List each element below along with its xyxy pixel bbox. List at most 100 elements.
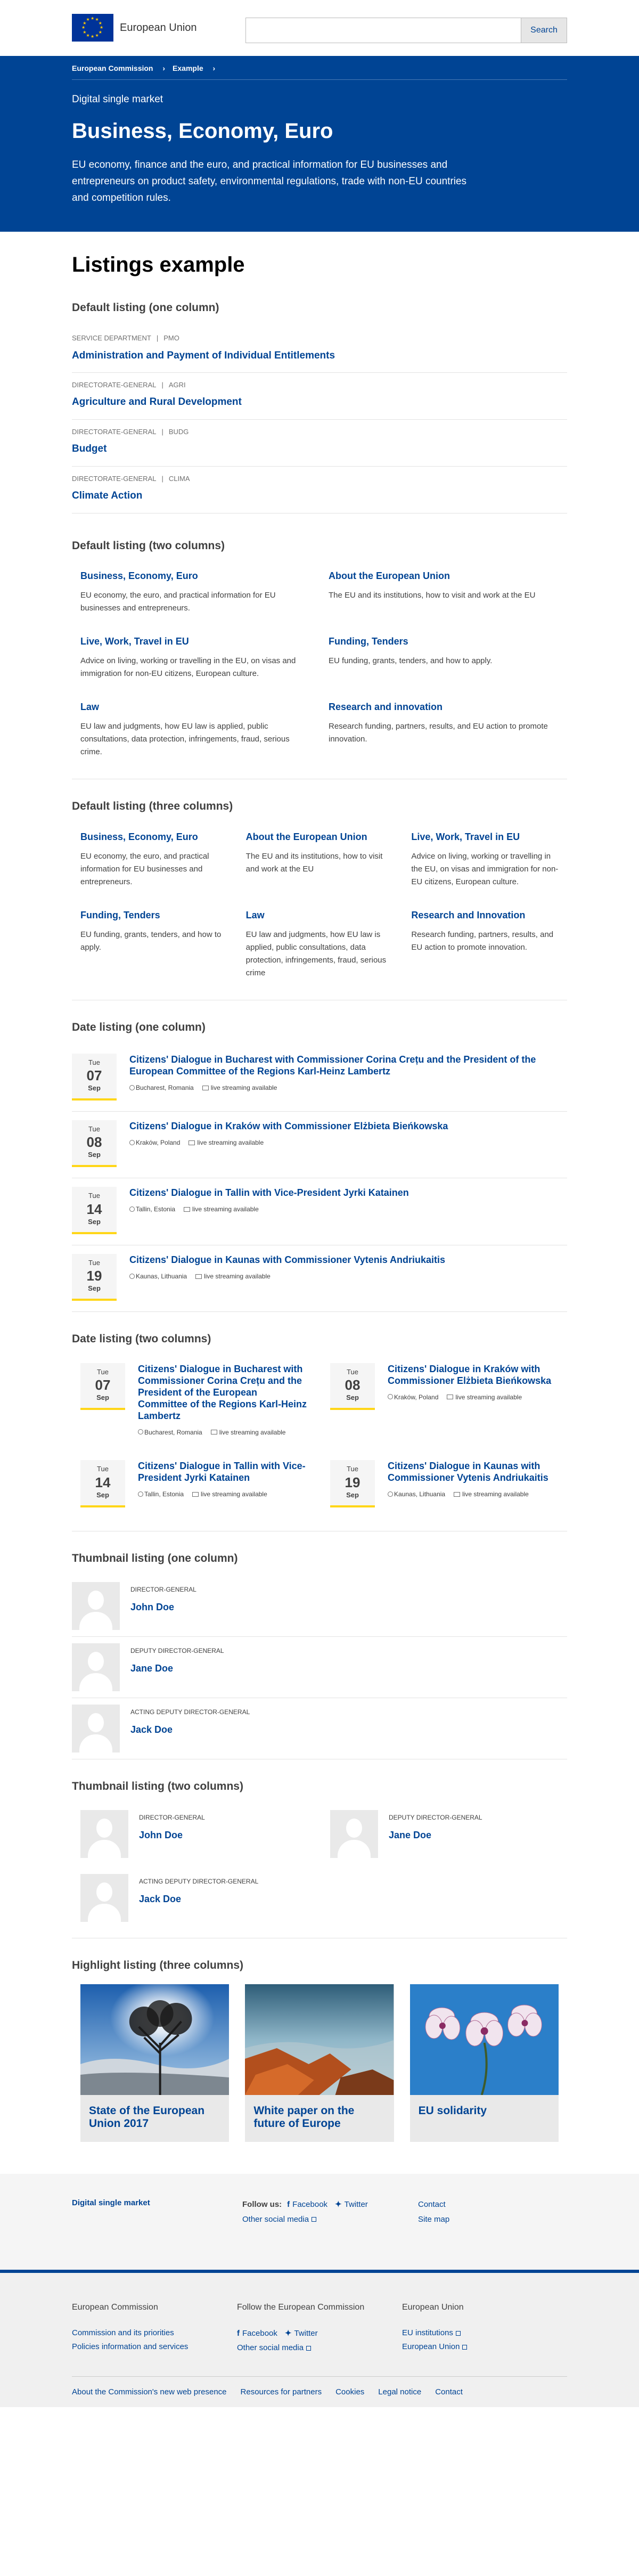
date-month: Sep [96, 1393, 109, 1401]
footer-legal-link[interactable]: Legal notice [378, 2386, 421, 2398]
highlight-title[interactable]: EU solidarity [410, 2095, 559, 2142]
footer-site-name[interactable]: Digital single market [72, 2198, 150, 2207]
card-description: EU law and judgments, how EU law is appl… [80, 722, 290, 757]
highlight-card[interactable]: White paper on the future of Europe [245, 1984, 394, 2142]
event-title-link[interactable]: Citizens' Dialogue in Kaunas with Commis… [129, 1254, 445, 1266]
flag-star-icon: ★ [91, 34, 95, 39]
card-description: The EU and its institutions, how to visi… [245, 852, 383, 874]
eu-flag-icon: ★ ★ ★ ★ ★ ★ ★ ★ ★ ★ ★ ★ [72, 14, 113, 42]
eu-logo[interactable]: ★ ★ ★ ★ ★ ★ ★ ★ ★ ★ ★ ★ European Union [72, 14, 197, 42]
meta-separator: | [161, 427, 163, 436]
event-title-link[interactable]: Citizens' Dialogue in Tallin with Vice-P… [138, 1460, 309, 1483]
item-title-link[interactable]: Agriculture and Rural Development [72, 395, 567, 410]
facebook-link[interactable]: f Facebook [237, 2326, 277, 2341]
default-listing-two-columns: Business, Economy, Euro EU economy, the e… [72, 569, 567, 779]
thumbnail-body: DIRECTOR-GENERAL John Doe [139, 1810, 205, 1842]
date-badge: Tue 08 Sep [72, 1120, 117, 1168]
event-title-link[interactable]: Citizens' Dialogue in Bucharest with Com… [138, 1363, 309, 1422]
breadcrumb-item[interactable]: European Commission › [72, 63, 165, 74]
location-pin-icon [138, 1429, 143, 1435]
person-role: DIRECTOR-GENERAL [130, 1586, 196, 1594]
other-social-link[interactable]: Other social media [237, 2341, 402, 2355]
external-link-icon [462, 2344, 468, 2350]
highlight-title[interactable]: White paper on the future of Europe [245, 2095, 394, 2142]
item-code: CLIMA [168, 474, 190, 483]
card-title-link[interactable]: Funding, Tenders [80, 909, 228, 922]
card-title-link[interactable]: Law [246, 909, 394, 922]
twitter-link[interactable]: ✦ Twitter [285, 2326, 318, 2341]
card-title-link[interactable]: Business, Economy, Euro [80, 830, 228, 844]
event-title-link[interactable]: Citizens' Dialogue in Tallin with Vice-P… [129, 1187, 409, 1199]
footer-link[interactable]: Commission and its priorities [72, 2326, 237, 2340]
person-name-link[interactable]: John Doe [139, 1829, 205, 1842]
event-location: Tallin, Estonia [136, 1205, 176, 1213]
item-meta: DIRECTORATE-GENERAL | AGRI [72, 380, 567, 390]
highlight-card[interactable]: State of the European Union 2017 [80, 1984, 230, 2142]
item-title-link[interactable]: Budget [72, 442, 567, 456]
card-description: Advice on living, working or travelling … [80, 656, 296, 679]
listing-card: Live, Work, Travel in EU Advice on living… [411, 830, 559, 888]
item-type: DIRECTORATE-GENERAL [72, 427, 157, 436]
item-title-link[interactable]: Climate Action [72, 489, 567, 503]
search-input[interactable] [245, 18, 521, 43]
date-month: Sep [88, 1284, 101, 1292]
search-button[interactable]: Search [521, 18, 567, 43]
card-title-link[interactable]: Research and Innovation [411, 909, 559, 922]
item-type: SERVICE DEPARTMENT [72, 334, 151, 343]
card-title-link[interactable]: Business, Economy, Euro [80, 569, 310, 583]
footer-heading: European Commission [72, 2302, 158, 2312]
footer-legal-link[interactable]: About the Commission's new web presence [72, 2386, 227, 2398]
card-title-link[interactable]: Funding, Tenders [329, 635, 559, 648]
footer-link[interactable]: Policies information and services [72, 2340, 237, 2354]
breadcrumb-item[interactable]: Example › [173, 63, 215, 74]
footer-legal-link[interactable]: Contact [435, 2386, 463, 2398]
card-title-link[interactable]: About the European Union [246, 830, 394, 844]
thumbnail-item: DEPUTY DIRECTOR-GENERAL Jane Doe [330, 1810, 559, 1874]
livestream-label: live streaming available [192, 1205, 259, 1213]
person-name-link[interactable]: Jane Doe [130, 1662, 224, 1675]
location-pin-icon [129, 1273, 135, 1279]
card-title-link[interactable]: Research and innovation [329, 700, 559, 714]
event-body: Citizens' Dialogue in Kaunas with Commis… [129, 1254, 445, 1281]
person-name-link[interactable]: Jack Doe [139, 1893, 258, 1906]
event-meta: Tallin, Estonia live streaming available [138, 1490, 309, 1499]
contact-link[interactable]: Contact [418, 2197, 449, 2212]
item-title-link[interactable]: Administration and Payment of Individual… [72, 349, 567, 363]
facebook-link[interactable]: f Facebook [287, 2197, 327, 2212]
event-title-link[interactable]: Citizens' Dialogue in Kraków with Commis… [129, 1120, 448, 1132]
item-meta: SERVICE DEPARTMENT | PMO [72, 333, 567, 343]
person-name-link[interactable]: Jack Doe [130, 1723, 250, 1737]
highlight-title[interactable]: State of the European Union 2017 [80, 2095, 229, 2142]
event-title-link[interactable]: Citizens' Dialogue in Kraków with Commis… [388, 1363, 559, 1387]
person-name-link[interactable]: John Doe [130, 1601, 196, 1614]
person-name-link[interactable]: Jane Doe [389, 1829, 482, 1842]
event-title-link[interactable]: Citizens' Dialogue in Kaunas with Commis… [388, 1460, 559, 1483]
card-title-link[interactable]: Live, Work, Travel in EU [80, 635, 310, 648]
footer-link[interactable]: EU institutions [402, 2326, 567, 2340]
person-role: ACTING DEPUTY DIRECTOR-GENERAL [130, 1708, 250, 1716]
card-title-link[interactable]: Law [80, 700, 310, 714]
other-social-label: Other social media [237, 2343, 304, 2353]
livestream-label: live streaming available [219, 1428, 286, 1436]
highlight-card[interactable]: EU solidarity [409, 1984, 559, 2142]
other-social-label: Other social media [242, 2214, 309, 2224]
item-code: PMO [163, 334, 179, 343]
date-month: Sep [346, 1393, 359, 1401]
twitter-icon: ✦ [284, 2329, 292, 2338]
avatar-head [88, 1591, 104, 1610]
event-title-link[interactable]: Citizens' Dialogue in Bucharest with Com… [129, 1054, 567, 1077]
footer-legal-link[interactable]: Cookies [335, 2386, 364, 2398]
sitemap-link[interactable]: Site map [418, 2212, 449, 2227]
twitter-link[interactable]: ✦ Twitter [335, 2197, 368, 2212]
card-title-link[interactable]: Live, Work, Travel in EU [411, 830, 559, 844]
footer-link[interactable]: European Union [402, 2340, 567, 2354]
facebook-icon: f [237, 2329, 240, 2338]
footer-legal-link[interactable]: Resources for partners [241, 2386, 322, 2398]
other-social-link[interactable]: Other social media [242, 2212, 418, 2227]
follow-us-label: Follow us: [242, 2199, 282, 2209]
thumbnail-item: DIRECTOR-GENERAL John Doe [80, 1810, 309, 1874]
date-weekday: Tue [97, 1465, 109, 1473]
card-title-link[interactable]: About the European Union [329, 569, 559, 583]
event-body: Citizens' Dialogue in Kraków with Commis… [388, 1363, 559, 1402]
person-placeholder-icon [72, 1643, 120, 1692]
